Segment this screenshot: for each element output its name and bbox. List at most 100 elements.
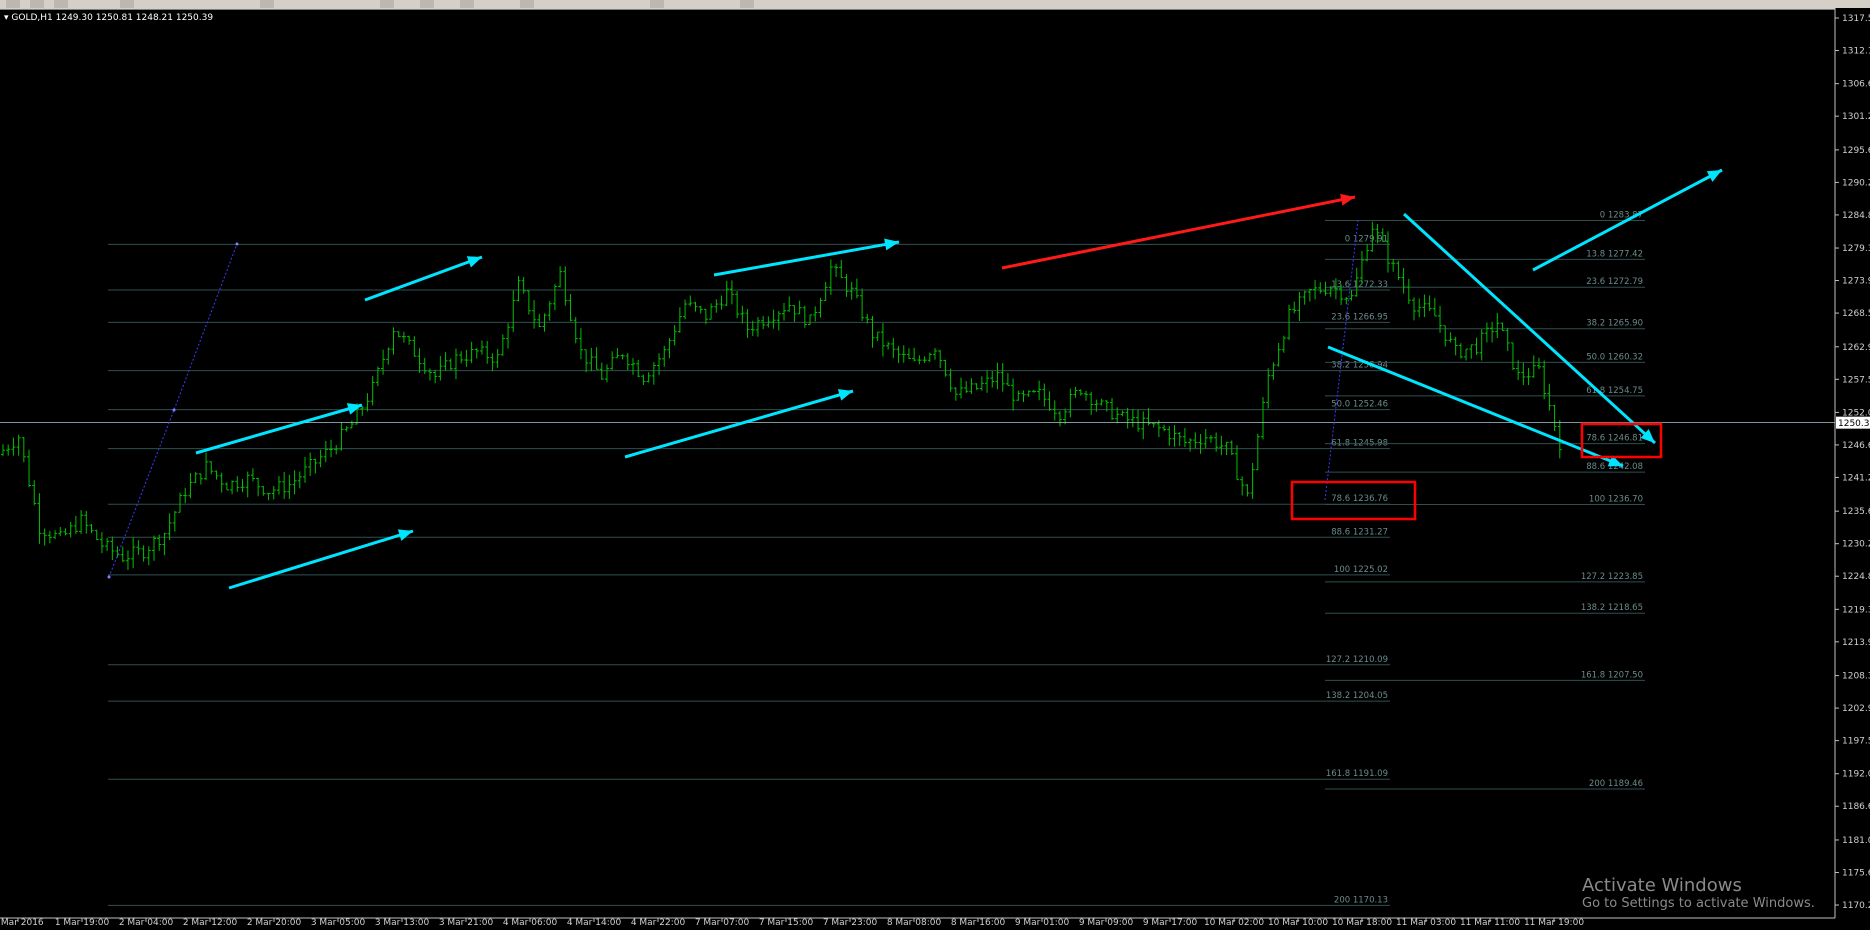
time-tick-label: 1 Mar 19:00 <box>55 918 110 928</box>
arrow-head-icon <box>346 403 362 415</box>
price-tick-label: 1181.0 <box>1842 836 1870 846</box>
time-tick-label: 9 Mar 09:00 <box>1079 918 1134 928</box>
time-tick-label: 2 Mar 20:00 <box>247 918 302 928</box>
price-tick-label: 1202.9 <box>1842 704 1870 714</box>
fib-level-label: 23.6 1266.95 <box>1331 312 1388 322</box>
fibonacci-retracement-left[interactable]: 0 1279.9113.6 1272.3323.6 1266.9538.2 12… <box>108 234 1390 906</box>
price-tick-label: 1175.6 <box>1842 868 1870 878</box>
time-tick-label: 1 Mar 2016 <box>0 918 44 928</box>
fib-level-label: 161.8 1207.50 <box>1581 670 1643 680</box>
price-tick-label: 1230.2 <box>1842 540 1870 550</box>
symbol-quote: GOLD,H1 1249.30 1250.81 1248.21 1250.39 <box>11 13 214 23</box>
price-tick-label: 1213.9 <box>1842 638 1870 648</box>
time-tick-label: 7 Mar 15:00 <box>759 918 814 928</box>
fib-level-label: 78.6 1246.81 <box>1586 434 1643 444</box>
uptrend-arrow[interactable] <box>624 389 854 459</box>
time-tick-label: 8 Mar 16:00 <box>951 918 1006 928</box>
price-tick-label: 1295.6 <box>1842 146 1870 156</box>
time-tick-label: 7 Mar 23:00 <box>823 918 878 928</box>
price-tick-label: 1224.8 <box>1842 572 1870 582</box>
time-tick-label: 8 Mar 08:00 <box>887 918 942 928</box>
time-tick-label: 9 Mar 17:00 <box>1143 918 1198 928</box>
fib-level-label: 0 1279.91 <box>1345 234 1388 244</box>
time-tick-label: 2 Mar 12:00 <box>183 918 238 928</box>
time-tick-label: 11 Mar 03:00 <box>1396 918 1456 928</box>
price-tick-label: 1290.2 <box>1842 178 1870 188</box>
time-tick-label: 3 Mar 13:00 <box>375 918 430 928</box>
time-tick-label: 3 Mar 21:00 <box>439 918 494 928</box>
uptrend-arrow[interactable] <box>195 403 363 455</box>
chart-header: ▾ GOLD,H1 1249.30 1250.81 1248.21 1250.3… <box>4 13 213 23</box>
price-tick-label: 1268.5 <box>1842 309 1870 319</box>
time-tick-label: 10 Mar 02:00 <box>1204 918 1264 928</box>
price-tick-label: 1192.0 <box>1842 770 1870 780</box>
uptrend-arrow[interactable] <box>228 529 414 590</box>
fib-level-label: 88.6 1231.27 <box>1331 527 1388 537</box>
fib-level-label: 100 1225.02 <box>1334 565 1388 575</box>
fib-anchor-point[interactable] <box>107 575 111 579</box>
chart-drawings[interactable] <box>0 168 1835 590</box>
fib-level-label: 50.0 1260.32 <box>1586 352 1643 362</box>
fib-level-label: 13.8 1277.42 <box>1586 249 1643 259</box>
price-tick-label: 1208.3 <box>1842 672 1870 682</box>
price-tick-label: 1279.3 <box>1842 244 1870 254</box>
time-tick-label: 9 Mar 01:00 <box>1015 918 1070 928</box>
time-tick-label: 4 Mar 06:00 <box>503 918 558 928</box>
fib-level-label: 138.2 1218.65 <box>1581 603 1643 613</box>
fib-level-label: 200 1170.13 <box>1334 895 1388 905</box>
time-tick-label: 10 Mar 10:00 <box>1268 918 1328 928</box>
price-tick-label: 1306.6 <box>1842 80 1870 90</box>
price-tick-label: 1246.6 <box>1842 441 1870 451</box>
fib-level-label: 127.2 1223.85 <box>1581 572 1643 582</box>
fib-level-label: 38.2 1265.90 <box>1586 319 1643 329</box>
time-tick-label: 2 Mar 04:00 <box>119 918 174 928</box>
price-tick-label: 1197.5 <box>1842 737 1870 747</box>
arrow-shaft <box>364 255 483 302</box>
price-tick-label: 1273.9 <box>1842 277 1870 287</box>
arrow-shaft <box>228 529 414 590</box>
fib-level-label: 50.0 1252.46 <box>1331 400 1388 410</box>
resistance-arrow[interactable] <box>1001 193 1356 270</box>
price-tick-label: 1219.3 <box>1842 605 1870 615</box>
price-tick-label: 1241.2 <box>1842 473 1870 483</box>
fib-anchor-point[interactable] <box>172 408 176 412</box>
arrow-head-icon <box>466 256 482 268</box>
arrow-shaft <box>1001 195 1356 270</box>
fib-level-label: 200 1189.46 <box>1589 779 1643 789</box>
time-tick-label: 10 Mar 18:00 <box>1332 918 1392 928</box>
fib-level-label: 127.2 1210.09 <box>1326 655 1388 665</box>
arrow-shaft <box>195 403 363 455</box>
current-price-label: 1250.3 <box>1838 419 1870 429</box>
time-tick-label: 11 Mar 19:00 <box>1524 918 1584 928</box>
time-tick-label: 4 Mar 14:00 <box>567 918 622 928</box>
time-tick-label: 4 Mar 22:00 <box>631 918 686 928</box>
watermark-title: Activate Windows <box>1582 875 1742 896</box>
price-tick-label: 1284.8 <box>1842 211 1870 221</box>
arrow-head-icon <box>1340 193 1355 206</box>
uptrend-arrow[interactable] <box>364 255 483 302</box>
price-tick-label: 1235.6 <box>1842 507 1870 517</box>
time-tick-label: 11 Mar 11:00 <box>1460 918 1520 928</box>
collapse-triangle-icon[interactable]: ▾ <box>4 13 9 23</box>
fib-level-label: 161.8 1191.09 <box>1326 769 1388 779</box>
time-tick-label: 3 Mar 05:00 <box>311 918 366 928</box>
arrow-shaft <box>713 240 900 277</box>
price-tick-label: 1301.2 <box>1842 112 1870 122</box>
arrow-head-icon <box>837 389 853 401</box>
fib-level-label: 138.2 1204.05 <box>1326 691 1388 701</box>
time-tick-label: 7 Mar 07:00 <box>695 918 750 928</box>
price-tick-label: 1257.5 <box>1842 375 1870 385</box>
fib-level-label: 100 1236.70 <box>1589 495 1643 505</box>
fib-anchor-point[interactable] <box>235 242 239 246</box>
fib-level-label: 78.6 1236.76 <box>1331 494 1388 504</box>
price-tick-label: 1186.6 <box>1842 802 1870 812</box>
arrow-shaft <box>624 389 854 459</box>
price-tick-label: 1262.9 <box>1842 343 1870 353</box>
price-tick-label: 1312.1 <box>1842 47 1870 57</box>
watermark-subtitle: Go to Settings to activate Windows. <box>1582 896 1815 911</box>
price-tick-label: 1317.5 <box>1842 14 1870 24</box>
fib-level-label: 23.6 1272.79 <box>1586 277 1643 287</box>
price-chart[interactable]: 0 1279.9113.6 1272.3323.6 1266.9538.2 12… <box>0 0 1870 930</box>
price-tick-label: 1170.2 <box>1842 901 1870 911</box>
time-axis: 1 Mar 2016 1 Mar 19:00 2 Mar 04:00 2 Mar 12… <box>0 918 1584 928</box>
